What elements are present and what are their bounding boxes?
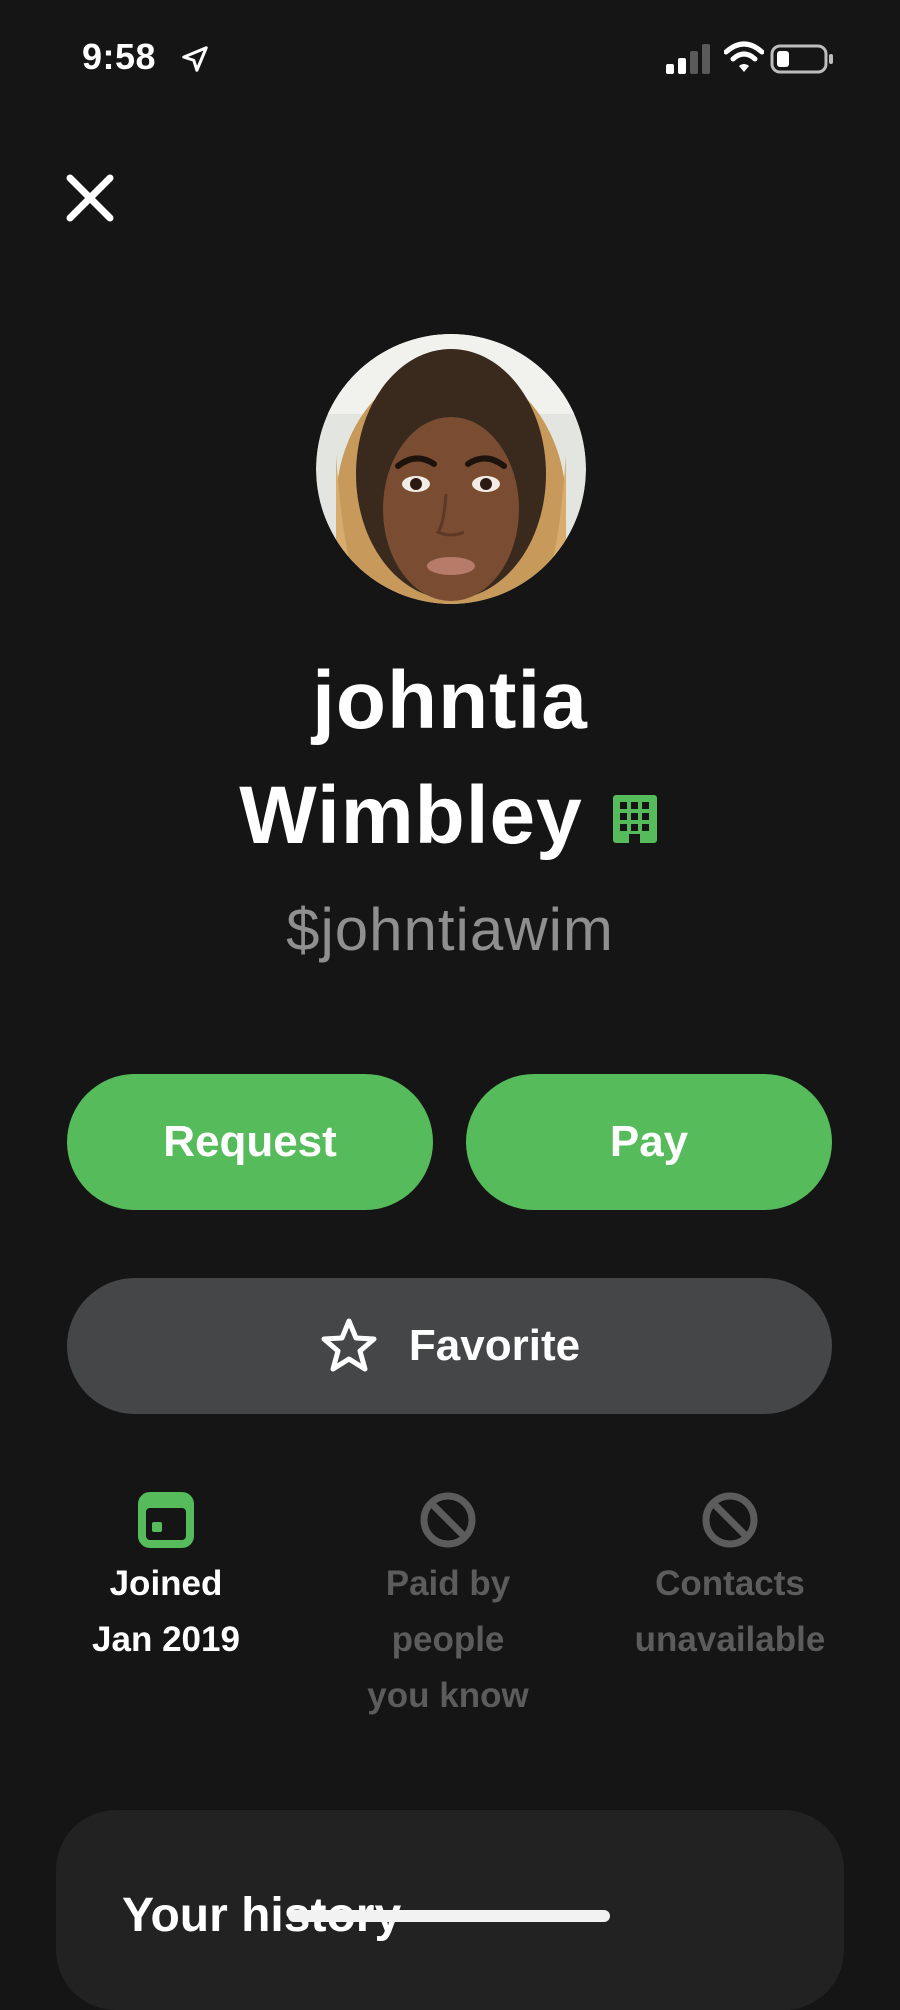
prohibited-icon <box>702 1492 758 1548</box>
stat-contacts: Contacts unavailable <box>600 1490 860 1668</box>
request-button[interactable]: Request <box>67 1074 433 1210</box>
stat-paid-line3: you know <box>367 1676 529 1715</box>
calendar-icon <box>138 1492 194 1548</box>
stat-contacts-line1: Contacts <box>655 1564 805 1603</box>
close-icon[interactable] <box>60 168 120 228</box>
favorite-label: Favorite <box>408 1321 581 1370</box>
prohibited-icon <box>420 1492 476 1548</box>
stat-joined-line1: Joined <box>109 1564 223 1603</box>
pay-button[interactable]: Pay <box>466 1074 832 1210</box>
signal-icon <box>666 44 710 74</box>
stat-joined-line2: Jan 2019 <box>92 1620 240 1659</box>
stat-contacts-line2: unavailable <box>634 1620 826 1659</box>
wifi-icon <box>724 41 764 72</box>
home-indicator[interactable] <box>288 1910 610 1922</box>
favorite-button[interactable]: Favorite <box>67 1278 832 1414</box>
profile-first-name: johntia <box>312 655 588 746</box>
profile-last-name: Wimbley <box>239 770 583 861</box>
profile-last-name-row: Wimbley <box>0 775 900 857</box>
stat-paid-line2: people <box>391 1620 505 1659</box>
stat-joined: Joined Jan 2019 <box>36 1490 296 1668</box>
star-icon <box>321 1318 377 1372</box>
location-arrow-icon <box>182 46 208 72</box>
stat-paid-by-known: Paid by people you know <box>318 1490 578 1724</box>
stat-paid-line1: Paid by <box>385 1564 511 1603</box>
status-time: 9:58 <box>82 36 157 77</box>
avatar <box>316 334 586 604</box>
battery-icon <box>770 44 833 74</box>
building-icon <box>612 795 657 843</box>
profile-cashtag: $johntiawim <box>286 896 614 963</box>
